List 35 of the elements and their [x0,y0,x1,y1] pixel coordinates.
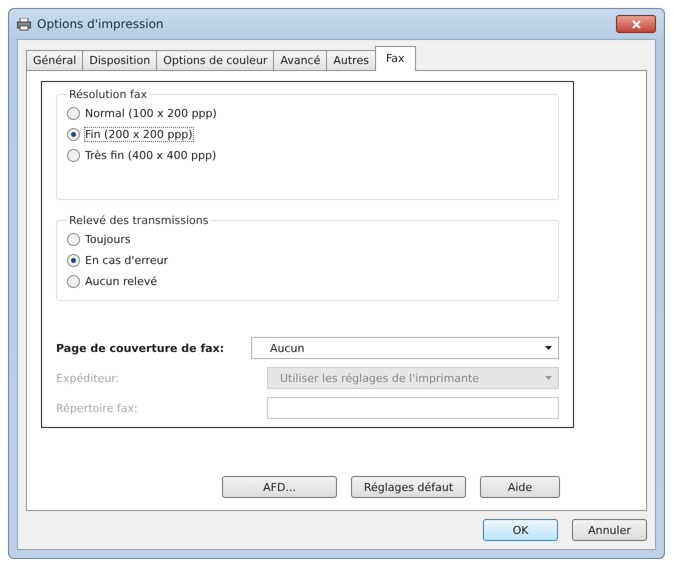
tab[interactable]: Général [26,50,84,71]
panel-button[interactable]: AFD... [222,476,337,498]
radio-button[interactable] [67,149,80,162]
panel-button[interactable]: Réglages défaut [351,476,466,498]
radio-button[interactable] [67,107,80,120]
radio-button[interactable] [67,254,80,267]
tab[interactable]: Options de couleur [156,50,274,71]
tab[interactable]: Fax [374,46,416,71]
dialog-button[interactable]: Annuler [572,519,647,541]
radio-button[interactable] [67,275,80,288]
caret-icon [545,346,552,350]
tab[interactable]: Disposition [82,50,158,71]
option-label: Fin (200 x 200 ppp) [85,128,193,141]
printer-icon [17,18,31,30]
field-label: Page de couverture de fax: [56,342,226,354]
dialog-button[interactable]: OK [483,519,558,541]
option-label: En cas d'erreur [85,254,168,267]
option-label: Toujours [85,233,131,246]
caret-icon [545,376,552,380]
option-label: Aucun relevé [85,275,158,288]
field-label: Expéditeur: [56,372,120,384]
panel-button[interactable]: Aide [480,476,560,498]
window-title: Options d'impression [37,17,165,31]
close-icon [632,20,640,28]
tab[interactable]: Avancé [273,50,328,71]
tab[interactable]: Autres [326,50,376,71]
dropdown-field[interactable]: Aucun [251,337,559,359]
radio-button[interactable] [67,128,80,141]
group-title: Résolution fax [68,88,148,101]
field-label: Répertoire fax: [56,402,139,414]
group-title: Relevé des transmissions [68,214,210,227]
option-label: Très fin (400 x 400 ppp) [85,149,216,162]
radio-button[interactable] [67,233,80,246]
close-button[interactable] [616,15,656,33]
option-label: Normal (100 x 200 ppp) [85,107,217,120]
